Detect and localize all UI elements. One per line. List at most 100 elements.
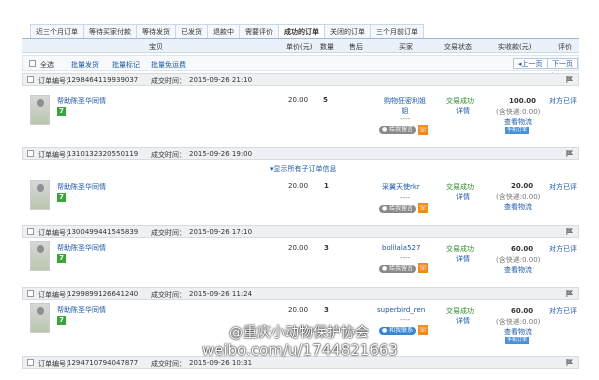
phone-icon[interactable]: ☏ bbox=[418, 203, 428, 213]
trade-status: 交易成功 bbox=[446, 307, 474, 315]
buyer-name[interactable]: superbird_ren bbox=[377, 306, 425, 314]
show-all-suborders-label: 显示所有子订单信息 bbox=[273, 165, 337, 173]
tab-closed[interactable]: 关闭的订单 bbox=[324, 24, 370, 39]
table-header: 宝贝 单价(元) 数量 售后 买家 交易状态 实收款(元) 评价 bbox=[22, 39, 579, 53]
batch-ship-button[interactable]: 批量发货 bbox=[71, 60, 99, 70]
shipping-fee: (含快递:0.00) bbox=[496, 108, 541, 116]
prev-page-button[interactable]: ◂上一页 bbox=[513, 58, 548, 69]
order-number: 1298464119939037 bbox=[67, 76, 139, 84]
product-name[interactable]: 帮助陈圣华同情 bbox=[57, 305, 106, 315]
header-paid: 实收款(元) bbox=[498, 43, 532, 51]
leave-message-label: 给我留言 bbox=[389, 205, 414, 212]
leave-message-label: 给我留言 bbox=[389, 126, 414, 133]
order-header: 订单编号： 1298464119939037 成交时间： 2015-09-26 … bbox=[22, 73, 579, 86]
batch-free-shipping-button[interactable]: 批量免运费 bbox=[151, 60, 186, 70]
contact-me-button[interactable]: ● 和我联系 bbox=[379, 327, 417, 335]
phone-icon[interactable]: ☏ bbox=[418, 125, 428, 135]
review-status-link[interactable]: 对方已评 bbox=[549, 182, 577, 192]
seven-day-return-badge: 7 bbox=[57, 254, 66, 263]
tab-awaiting-shipment[interactable]: 等待发货 bbox=[136, 24, 175, 39]
detail-link[interactable]: 详情 bbox=[456, 254, 470, 264]
tab-awaiting-payment[interactable]: 等待买家付款 bbox=[83, 24, 136, 39]
deal-time: 2015-09-26 19:00 bbox=[189, 150, 253, 158]
leave-message-button[interactable]: ● 给我留言 bbox=[379, 126, 417, 134]
watermark-line-2: weibo.com/u/1744821663 bbox=[202, 341, 398, 359]
wangwang-icon: ● bbox=[382, 327, 388, 334]
batch-mark-button[interactable]: 批量标记 bbox=[112, 60, 140, 70]
flag-icon[interactable] bbox=[566, 228, 573, 235]
review-status-link[interactable]: 对方已评 bbox=[549, 96, 577, 106]
header-review: 评价 bbox=[558, 43, 572, 51]
shipping-fee: (含快递:0.00) bbox=[496, 193, 541, 201]
review-status-link[interactable]: 对方已评 bbox=[549, 306, 577, 316]
detail-link[interactable]: 详情 bbox=[456, 316, 470, 326]
order-checkbox[interactable] bbox=[27, 150, 34, 157]
seven-day-return-badge: 7 bbox=[57, 316, 66, 325]
view-logistics-link[interactable]: 查看物流 bbox=[504, 202, 532, 212]
view-logistics-link[interactable]: 查看物流 bbox=[504, 327, 532, 337]
tab-recent-three-months[interactable]: 近三个月订单 bbox=[30, 24, 83, 39]
mobile-order-tag: 手机订单 bbox=[505, 337, 530, 344]
tab-needs-review[interactable]: 需要评价 bbox=[239, 24, 278, 39]
contact-me-label: 和我联系 bbox=[389, 327, 414, 334]
quantity: 3 bbox=[324, 306, 329, 314]
tab-shipped[interactable]: 已发货 bbox=[175, 24, 207, 39]
flag-icon[interactable] bbox=[566, 76, 573, 83]
order-checkbox[interactable] bbox=[27, 359, 34, 366]
show-all-suborders-link[interactable]: ▾显示所有子订单信息 bbox=[270, 164, 337, 174]
deal-time: 2015-09-26 17:10 bbox=[189, 228, 253, 236]
flag-icon[interactable] bbox=[566, 359, 573, 366]
buyer-name[interactable]: 采翼天使rkr bbox=[382, 182, 420, 192]
unit-price: 20.00 bbox=[288, 306, 309, 314]
order-header: 订单编号： 1310132320550119 成交时间： 2015-09-26 … bbox=[22, 147, 579, 160]
separator-dashes: ---- bbox=[400, 115, 411, 123]
select-all-checkbox[interactable] bbox=[29, 60, 36, 67]
flag-icon[interactable] bbox=[566, 290, 573, 297]
separator-dashes: ---- bbox=[400, 194, 411, 202]
buyer-name[interactable]: bolilala527 bbox=[382, 244, 420, 252]
product-name[interactable]: 帮助陈圣华同情 bbox=[57, 182, 106, 192]
message-icon: ● bbox=[382, 265, 388, 272]
tab-older[interactable]: 三个月前订单 bbox=[370, 24, 424, 39]
leave-message-label: 给我留言 bbox=[389, 265, 414, 272]
leave-message-button[interactable]: ● 给我留言 bbox=[379, 205, 417, 213]
trade-status: 交易成功 bbox=[446, 97, 474, 105]
product-thumbnail[interactable] bbox=[30, 241, 50, 271]
product-name[interactable]: 帮助陈圣华同情 bbox=[57, 243, 106, 253]
tab-successful[interactable]: 成功的订单 bbox=[278, 24, 324, 39]
message-icon: ● bbox=[382, 126, 388, 133]
header-price: 单价(元) bbox=[286, 43, 313, 51]
detail-link[interactable]: 详情 bbox=[456, 192, 470, 202]
order-checkbox[interactable] bbox=[27, 290, 34, 297]
order-tabs: 近三个月订单 等待买家付款 等待发货 已发货 退款中 需要评价 成功的订单 关闭… bbox=[30, 24, 424, 39]
deal-time: 2015-09-26 21:10 bbox=[189, 76, 253, 84]
order-number: 1299899126641240 bbox=[67, 290, 139, 298]
flag-icon[interactable] bbox=[566, 150, 573, 157]
view-logistics-link[interactable]: 查看物流 bbox=[504, 265, 532, 275]
product-name[interactable]: 帮助陈圣华同情 bbox=[57, 96, 106, 106]
prev-page-label: 上一页 bbox=[521, 60, 543, 68]
trade-status: 交易成功 bbox=[446, 245, 474, 253]
tab-refunding[interactable]: 退款中 bbox=[207, 24, 239, 39]
leave-message-button[interactable]: ● 给我留言 bbox=[379, 265, 417, 273]
detail-link[interactable]: 详情 bbox=[456, 106, 470, 116]
order-checkbox[interactable] bbox=[27, 76, 34, 83]
phone-icon[interactable]: ☏ bbox=[418, 263, 428, 273]
deal-time-label: 成交时间： bbox=[151, 291, 186, 299]
unit-price: 20.00 bbox=[288, 182, 309, 190]
product-thumbnail[interactable] bbox=[30, 303, 50, 333]
phone-icon[interactable]: ☏ bbox=[418, 325, 428, 335]
header-qty: 数量 bbox=[320, 43, 334, 51]
order-checkbox[interactable] bbox=[27, 228, 34, 235]
message-icon: ● bbox=[382, 205, 388, 212]
view-logistics-link[interactable]: 查看物流 bbox=[504, 117, 532, 127]
order-number: 1310132320550119 bbox=[67, 150, 139, 158]
product-thumbnail[interactable] bbox=[30, 180, 50, 210]
header-buyer: 买家 bbox=[399, 43, 413, 51]
review-status-link[interactable]: 对方已评 bbox=[549, 244, 577, 254]
next-page-button[interactable]: 下一页▸ bbox=[547, 58, 578, 78]
order-header: 订单编号： 1299899126641240 成交时间： 2015-09-26 … bbox=[22, 287, 579, 300]
amount-paid: 20.00 bbox=[511, 182, 534, 190]
product-thumbnail[interactable] bbox=[30, 95, 50, 125]
buyer-name[interactable]: 购物狂密利姐姐 bbox=[383, 96, 427, 116]
